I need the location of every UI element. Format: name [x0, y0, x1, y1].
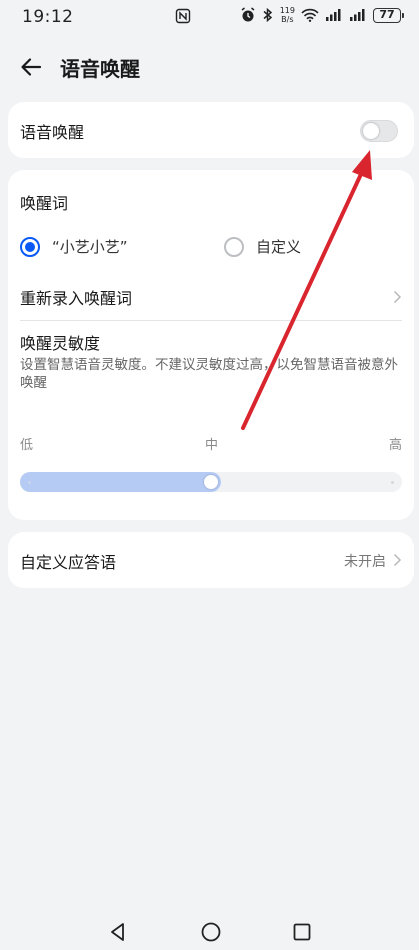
- status-bar: 19:12 119 B/s 77: [0, 0, 419, 34]
- radio-checked-icon[interactable]: [20, 236, 40, 257]
- nav-home-icon[interactable]: [200, 921, 222, 943]
- nav-back-icon[interactable]: [108, 922, 128, 942]
- chevron-right-icon: [393, 553, 402, 567]
- toggle-knob: [363, 123, 379, 139]
- sensitivity-slider[interactable]: [20, 472, 402, 492]
- nfc-icon: [175, 8, 191, 24]
- page-title: 语音唤醒: [60, 57, 140, 81]
- divider: [20, 320, 402, 321]
- custom-reply-status: 未开启: [344, 554, 386, 570]
- status-icons: 119 B/s 77: [240, 6, 404, 24]
- wifi-icon: [301, 8, 319, 22]
- sensitivity-low-label: 低: [20, 438, 34, 453]
- network-speed: 119 B/s: [279, 6, 295, 24]
- slider-step-dot: [391, 481, 394, 484]
- wake-word-option-default[interactable]: “小艺小艺”: [20, 236, 128, 257]
- custom-reply-label: 自定义应答语: [20, 553, 117, 572]
- voice-wake-toggle[interactable]: [360, 120, 398, 142]
- sensitivity-mid-label: 中: [205, 438, 219, 453]
- system-nav-bar: [0, 910, 419, 950]
- voice-wake-label: 语音唤醒: [20, 123, 85, 142]
- battery-icon: 77: [373, 7, 404, 23]
- wake-word-title: 唤醒词: [20, 194, 69, 213]
- status-time: 19:12: [22, 7, 74, 27]
- wake-word-option-label: “小艺小艺”: [52, 238, 128, 256]
- back-arrow-icon[interactable]: [18, 54, 44, 80]
- alarm-icon: [241, 7, 255, 22]
- app-header: 语音唤醒: [0, 44, 419, 90]
- bluetooth-icon: [263, 7, 272, 23]
- sensitivity-slider-fill: [20, 472, 221, 492]
- nav-recent-apps-icon[interactable]: [292, 922, 312, 942]
- rerecord-wake-word-label: 重新录入唤醒词: [20, 289, 133, 308]
- custom-reply-card[interactable]: 自定义应答语 未开启: [8, 532, 414, 588]
- rerecord-wake-word-row[interactable]: 重新录入唤醒词: [20, 274, 402, 320]
- wake-word-option-custom[interactable]: 自定义: [224, 236, 301, 257]
- sensitivity-slider-knob[interactable]: [204, 475, 218, 489]
- voice-wake-card: 语音唤醒: [8, 102, 414, 158]
- radio-unchecked-icon[interactable]: [224, 236, 244, 257]
- chevron-right-icon: [393, 290, 402, 304]
- sensitivity-description: 设置智慧语音灵敏度。不建议灵敏度过高，以免智慧语音被意外唤醒: [20, 357, 398, 391]
- wake-word-option-label: 自定义: [256, 238, 302, 256]
- signal-icon-1: [326, 9, 341, 21]
- sensitivity-scale-labels: 低 中 高: [20, 434, 402, 454]
- wake-settings-card: 唤醒词 “小艺小艺” 自定义 重新录入唤醒词 唤醒灵敏度 设置智慧语音灵敏度。不…: [8, 170, 414, 520]
- sensitivity-title: 唤醒灵敏度: [20, 334, 101, 353]
- slider-step-dot: [28, 481, 31, 484]
- sensitivity-high-label: 高: [388, 438, 402, 453]
- signal-icon-2: [350, 9, 365, 21]
